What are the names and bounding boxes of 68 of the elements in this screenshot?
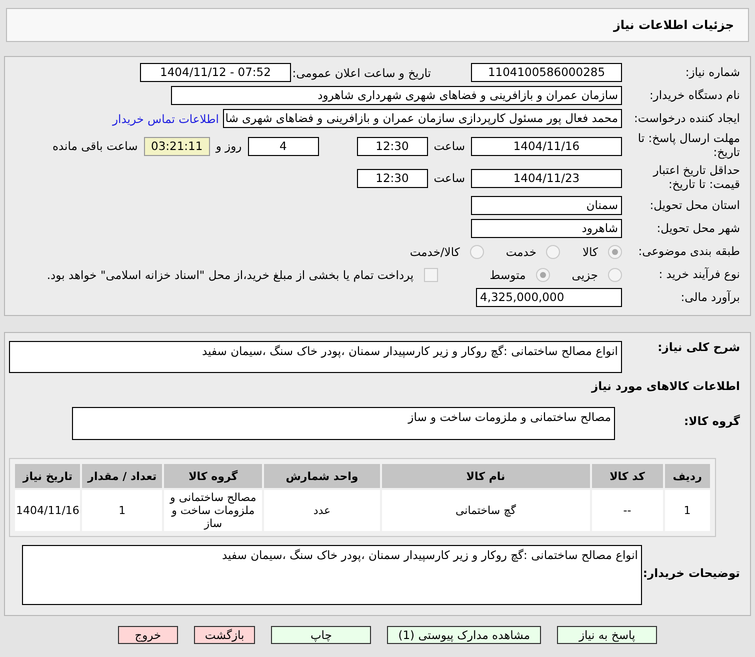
field-label: شماره نیاز: xyxy=(684,66,740,80)
radio-label: جزیی xyxy=(572,268,598,282)
column-header: ردیف xyxy=(664,464,710,488)
field-label: نام دستگاه خریدار: xyxy=(648,88,740,102)
field-label: استان محل تحویل: xyxy=(648,198,740,212)
validity-date-field: 1404/11/23 xyxy=(471,168,622,188)
budget-field: 4,325,000,000 xyxy=(476,288,622,307)
validity-time-field: 12:30 xyxy=(356,168,428,188)
days-field: 4 xyxy=(248,136,319,156)
table-cell: مصالح ساختمانی و ملزومات ساخت و ساز xyxy=(164,490,262,531)
radio-button[interactable] xyxy=(546,244,560,258)
column-header: واحد شمارش xyxy=(264,464,380,488)
table-cell: 1 xyxy=(664,490,710,531)
column-header: تعداد / مقدار xyxy=(82,464,162,488)
buyer-contact-link[interactable]: اطلاعات تماس خریدار xyxy=(112,112,219,126)
column-header: کد کالا xyxy=(592,464,663,488)
table-cell: 1404/11/16 xyxy=(15,490,80,531)
table-cell: عدد xyxy=(264,490,380,531)
field-label: ایجاد کننده درخواست: xyxy=(633,112,740,126)
need-number-field: 1104100586000285 xyxy=(471,63,622,82)
field-label: طبقه بندی موضوعی: xyxy=(637,244,740,258)
field-label: شهر محل تحویل: xyxy=(656,222,740,236)
section-title: اطلاعات کالاهای مورد نیاز xyxy=(590,379,740,393)
field-label: مهلت ارسال پاسخ: تا تاریخ: xyxy=(636,132,740,160)
remaining-label: ساعت باقی مانده xyxy=(52,139,138,153)
table-cell: گچ ساختمانی xyxy=(382,490,590,531)
remaining-time-field: 03:21:11 xyxy=(144,136,210,156)
deadline-time-field: 12:30 xyxy=(356,136,428,156)
checkbox-label: پرداخت تمام یا بخشی از مبلغ خرید،از محل "اسناد خزانه اسلامی" خواهد بود. xyxy=(46,268,414,282)
page-title: جزئیات اطلاعات نیاز xyxy=(613,18,734,32)
city-field: شاهرود xyxy=(471,219,622,238)
action-button[interactable]: خروج xyxy=(118,626,178,644)
radio-label: کالا xyxy=(582,244,598,258)
description-box: انواع مصالح ساختمانی :گچ روکار و زیر کارسپیدار سمنان ،پودر خاک سنگ ،سیمان سفید xyxy=(9,341,622,373)
field-label: نوع فرآیند خرید : xyxy=(658,268,740,282)
checkbox[interactable] xyxy=(424,268,438,282)
column-header: تاریخ نیاز xyxy=(15,464,80,488)
goods-group-box: مصالح ساختمانی و ملزومات ساخت و ساز xyxy=(72,407,615,440)
table-cell: -- xyxy=(592,490,663,531)
action-button[interactable]: پاسخ به نیاز xyxy=(557,626,658,644)
days-label: روز و xyxy=(216,139,242,153)
province-field: سمنان xyxy=(471,196,622,215)
field-label: شرح کلی نیاز: xyxy=(656,341,740,355)
buyer-org-field: سازمان عمران و بازافرینی و فضاهای شهری شهرداری شاهرود xyxy=(171,86,622,105)
requester-field: محمد فعال پور مسئول کارپردازی سازمان عمران و بازافرینی و فضاهای شهری شا xyxy=(223,109,622,128)
table-cell: 1 xyxy=(82,490,162,531)
field-label: برآورد مالی: xyxy=(680,290,740,304)
action-button[interactable]: بازگشت xyxy=(194,626,256,644)
deadline-date-field: 1404/11/16 xyxy=(471,136,622,156)
radio-button[interactable] xyxy=(608,244,622,258)
announce-date-field: 1404/11/12 - 07:52 xyxy=(140,63,291,82)
field-label: گروه کالا: xyxy=(683,413,740,429)
column-header: گروه کالا xyxy=(164,464,262,488)
buyer-notes-box: انواع مصالح ساختمانی :گچ روکار و زیر کارسپیدار سمنان ،پودر خاک سنگ ،سیمان سفید xyxy=(22,545,642,605)
action-button[interactable]: چاپ xyxy=(271,626,372,644)
field-label: تاریخ و ساعت اعلان عمومی: xyxy=(291,66,431,80)
time-label: ساعت xyxy=(434,171,465,185)
time-label: ساعت xyxy=(434,139,465,153)
radio-label: خدمت xyxy=(506,244,536,258)
radio-label: متوسط xyxy=(490,268,526,282)
action-button[interactable]: مشاهده مدارک پیوستی (1) xyxy=(387,626,542,644)
field-label: توضیحات خریدار: xyxy=(642,565,740,581)
radio-button[interactable] xyxy=(470,244,484,258)
field-label: حداقل تاریخ اعتبار قیمت: تا تاریخ: xyxy=(652,164,740,192)
radio-button[interactable] xyxy=(608,268,622,282)
column-header: نام کالا xyxy=(382,464,590,488)
radio-label: کالا/خدمت xyxy=(410,244,460,258)
radio-button[interactable] xyxy=(536,268,550,282)
